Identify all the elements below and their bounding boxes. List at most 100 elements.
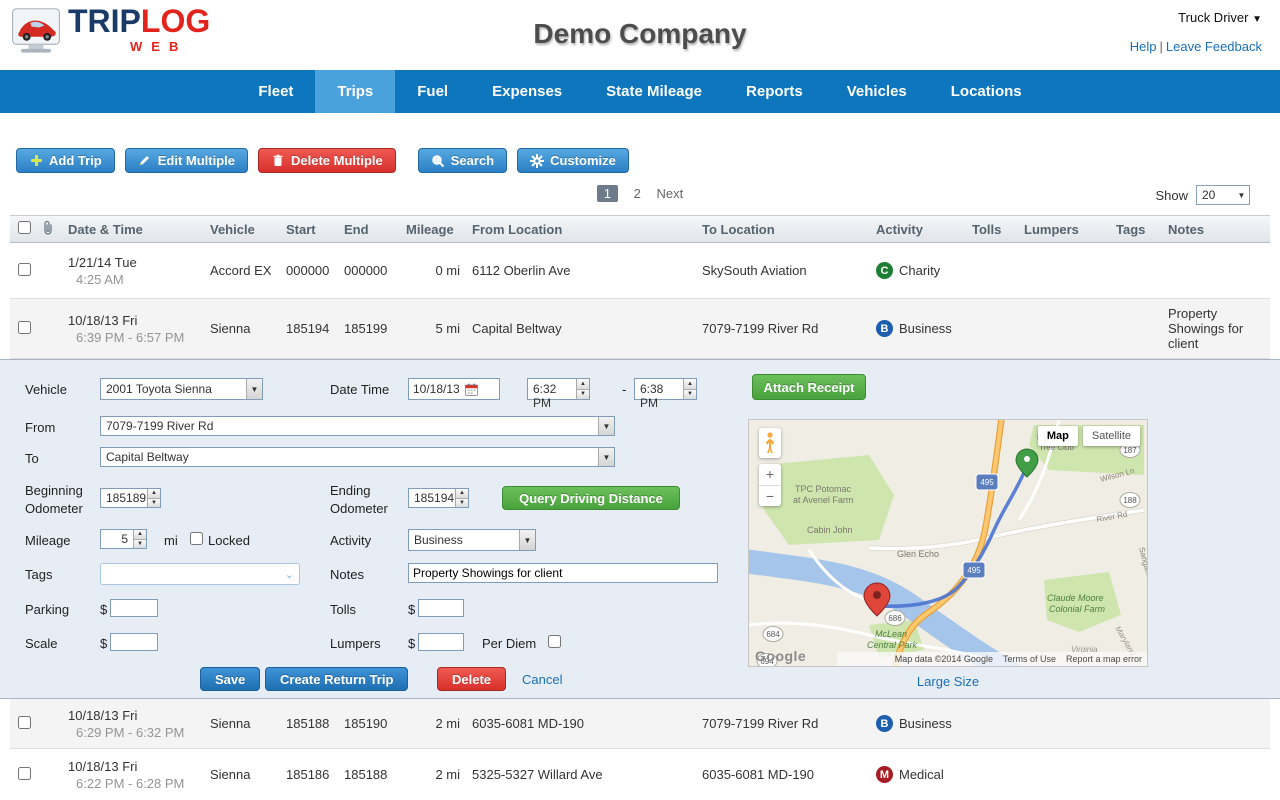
- col-date-time[interactable]: Date & Time: [68, 222, 210, 237]
- activity-select[interactable]: Business ▼: [408, 529, 536, 551]
- nav-tab-reports[interactable]: Reports: [724, 70, 825, 113]
- col-tolls[interactable]: Tolls: [972, 222, 1024, 237]
- customize-button[interactable]: Customize: [517, 148, 629, 173]
- col-end[interactable]: End: [344, 222, 406, 237]
- nav-tab-vehicles[interactable]: Vehicles: [825, 70, 929, 113]
- col-notes[interactable]: Notes: [1168, 222, 1270, 237]
- map-type-satellite-button[interactable]: Satellite: [1083, 426, 1140, 446]
- nav-tab-expenses[interactable]: Expenses: [470, 70, 584, 113]
- nav-tab-state-mileage[interactable]: State Mileage: [584, 70, 724, 113]
- activity-business-icon: B: [876, 320, 893, 337]
- spinner-arrows[interactable]: ▲▼: [683, 379, 696, 399]
- tags-multiselect[interactable]: ⌄: [100, 563, 300, 585]
- col-activity[interactable]: Activity: [876, 222, 972, 237]
- table-row[interactable]: 10/18/13 Fri6:29 PM - 6:32 PM Sienna 185…: [10, 699, 1270, 749]
- to-location-select[interactable]: Capital Beltway ▼: [100, 447, 615, 467]
- scale-input[interactable]: [110, 633, 158, 651]
- cancel-link[interactable]: Cancel: [522, 672, 562, 687]
- col-start[interactable]: Start: [286, 222, 344, 237]
- page-1-button[interactable]: 1: [597, 185, 618, 202]
- row-checkbox[interactable]: [18, 321, 31, 334]
- query-driving-distance-button[interactable]: Query Driving Distance: [502, 486, 680, 510]
- notes-input[interactable]: [408, 563, 718, 583]
- table-row[interactable]: 10/18/13 Fri6:22 PM - 6:28 PM Sienna 185…: [10, 749, 1270, 800]
- col-vehicle[interactable]: Vehicle: [210, 222, 286, 237]
- save-button[interactable]: Save: [200, 667, 260, 691]
- main-nav: Fleet Trips Fuel Expenses State Mileage …: [0, 70, 1280, 113]
- chevron-down-icon: ▼: [519, 530, 535, 550]
- page-size-select[interactable]: 20 ▼: [1196, 185, 1250, 205]
- tolls-input[interactable]: [418, 599, 464, 617]
- col-mileage[interactable]: Mileage: [406, 222, 472, 237]
- col-tags[interactable]: Tags: [1116, 222, 1168, 237]
- spinner-arrows[interactable]: ▲▼: [455, 489, 468, 507]
- svg-text:Colonial Farm: Colonial Farm: [1049, 604, 1106, 614]
- select-all-checkbox[interactable]: [18, 221, 31, 234]
- chevron-down-icon: ▼: [598, 448, 614, 466]
- ending-odometer-spinner[interactable]: 185194 ▲▼: [408, 488, 469, 508]
- col-lumpers[interactable]: Lumpers: [1024, 222, 1116, 237]
- svg-text:495: 495: [967, 566, 981, 575]
- edit-multiple-button[interactable]: Edit Multiple: [125, 148, 248, 173]
- date-input[interactable]: 10/18/13: [408, 378, 500, 400]
- company-title: Demo Company: [533, 18, 746, 50]
- zoom-out-button[interactable]: −: [759, 486, 781, 507]
- svg-text:Glen Echo: Glen Echo: [897, 549, 939, 559]
- nav-tab-fuel[interactable]: Fuel: [395, 70, 470, 113]
- table-header-row: Date & Time Vehicle Start End Mileage Fr…: [10, 215, 1270, 243]
- row-checkbox[interactable]: [18, 716, 31, 729]
- spinner-arrows[interactable]: ▲▼: [147, 489, 160, 507]
- street-view-pegman[interactable]: [759, 428, 781, 458]
- currency-symbol: $: [408, 602, 415, 617]
- map-type-map-button[interactable]: Map: [1038, 426, 1078, 446]
- locked-checkbox[interactable]: [190, 532, 203, 545]
- page-2-button[interactable]: 2: [634, 186, 641, 201]
- vehicle-select[interactable]: 2001 Toyota Sienna ▼: [100, 378, 263, 400]
- delete-button[interactable]: Delete: [437, 667, 506, 691]
- table-row[interactable]: 1/21/14 Tue4:25 AM Accord EX 000000 0000…: [10, 243, 1270, 299]
- spinner-arrows[interactable]: ▲▼: [133, 530, 146, 548]
- from-location-select[interactable]: 7079-7199 River Rd ▼: [100, 416, 615, 436]
- add-trip-button[interactable]: Add Trip: [16, 148, 115, 173]
- scale-label: Scale: [25, 636, 58, 651]
- table-row[interactable]: 10/18/13 Fri6:39 PM - 6:57 PM Sienna 185…: [10, 299, 1270, 359]
- row-checkbox[interactable]: [18, 263, 31, 276]
- zoom-in-button[interactable]: +: [759, 464, 781, 486]
- notes-label: Notes: [330, 567, 364, 582]
- mileage-spinner[interactable]: 5 ▲▼: [100, 529, 147, 549]
- lumpers-input[interactable]: [418, 633, 464, 651]
- route-shield-686: 686: [885, 611, 905, 626]
- row-checkbox[interactable]: [18, 767, 31, 780]
- leave-feedback-link[interactable]: Leave Feedback: [1166, 39, 1262, 54]
- col-to-location[interactable]: To Location: [702, 222, 876, 237]
- per-diem-checkbox[interactable]: [548, 635, 561, 648]
- map-canvas[interactable]: TPC Potomac at Avenel Farm Cabin John Gl…: [748, 419, 1148, 667]
- spinner-arrows[interactable]: ▲▼: [576, 379, 589, 399]
- attach-receipt-button[interactable]: Attach Receipt: [752, 374, 866, 400]
- help-link[interactable]: Help: [1130, 39, 1157, 54]
- user-menu[interactable]: Truck Driver ▼: [1130, 10, 1262, 25]
- trips-toolbar: Add Trip Edit Multiple Delete Multiple S…: [16, 148, 1280, 173]
- trip-edit-form: Vehicle 2001 Toyota Sienna ▼ Date Time 1…: [0, 359, 1280, 699]
- terms-of-use-link[interactable]: Terms of Use: [1003, 654, 1056, 664]
- search-button[interactable]: Search: [418, 148, 507, 173]
- next-page-button[interactable]: Next: [656, 186, 683, 201]
- large-size-link[interactable]: Large Size: [917, 674, 979, 689]
- end-time-spinner[interactable]: 6:38 PM ▲▼: [634, 378, 697, 400]
- start-time-spinner[interactable]: 6:32 PM ▲▼: [527, 378, 590, 400]
- google-logo: Google: [755, 648, 806, 664]
- beginning-odometer-spinner[interactable]: 185189 ▲▼: [100, 488, 161, 508]
- nav-tab-trips[interactable]: Trips: [315, 70, 395, 113]
- delete-multiple-button[interactable]: Delete Multiple: [258, 148, 396, 173]
- parking-input[interactable]: [110, 599, 158, 617]
- col-from-location[interactable]: From Location: [472, 222, 702, 237]
- nav-tab-locations[interactable]: Locations: [929, 70, 1044, 113]
- svg-text:Claude Moore: Claude Moore: [1047, 593, 1104, 603]
- nav-tab-fleet[interactable]: Fleet: [236, 70, 315, 113]
- activity-charity-icon: C: [876, 262, 893, 279]
- svg-text:684: 684: [766, 630, 780, 639]
- currency-symbol: $: [408, 636, 415, 651]
- calendar-icon: [465, 383, 478, 396]
- report-map-error-link[interactable]: Report a map error: [1066, 654, 1142, 664]
- create-return-trip-button[interactable]: Create Return Trip: [265, 667, 408, 691]
